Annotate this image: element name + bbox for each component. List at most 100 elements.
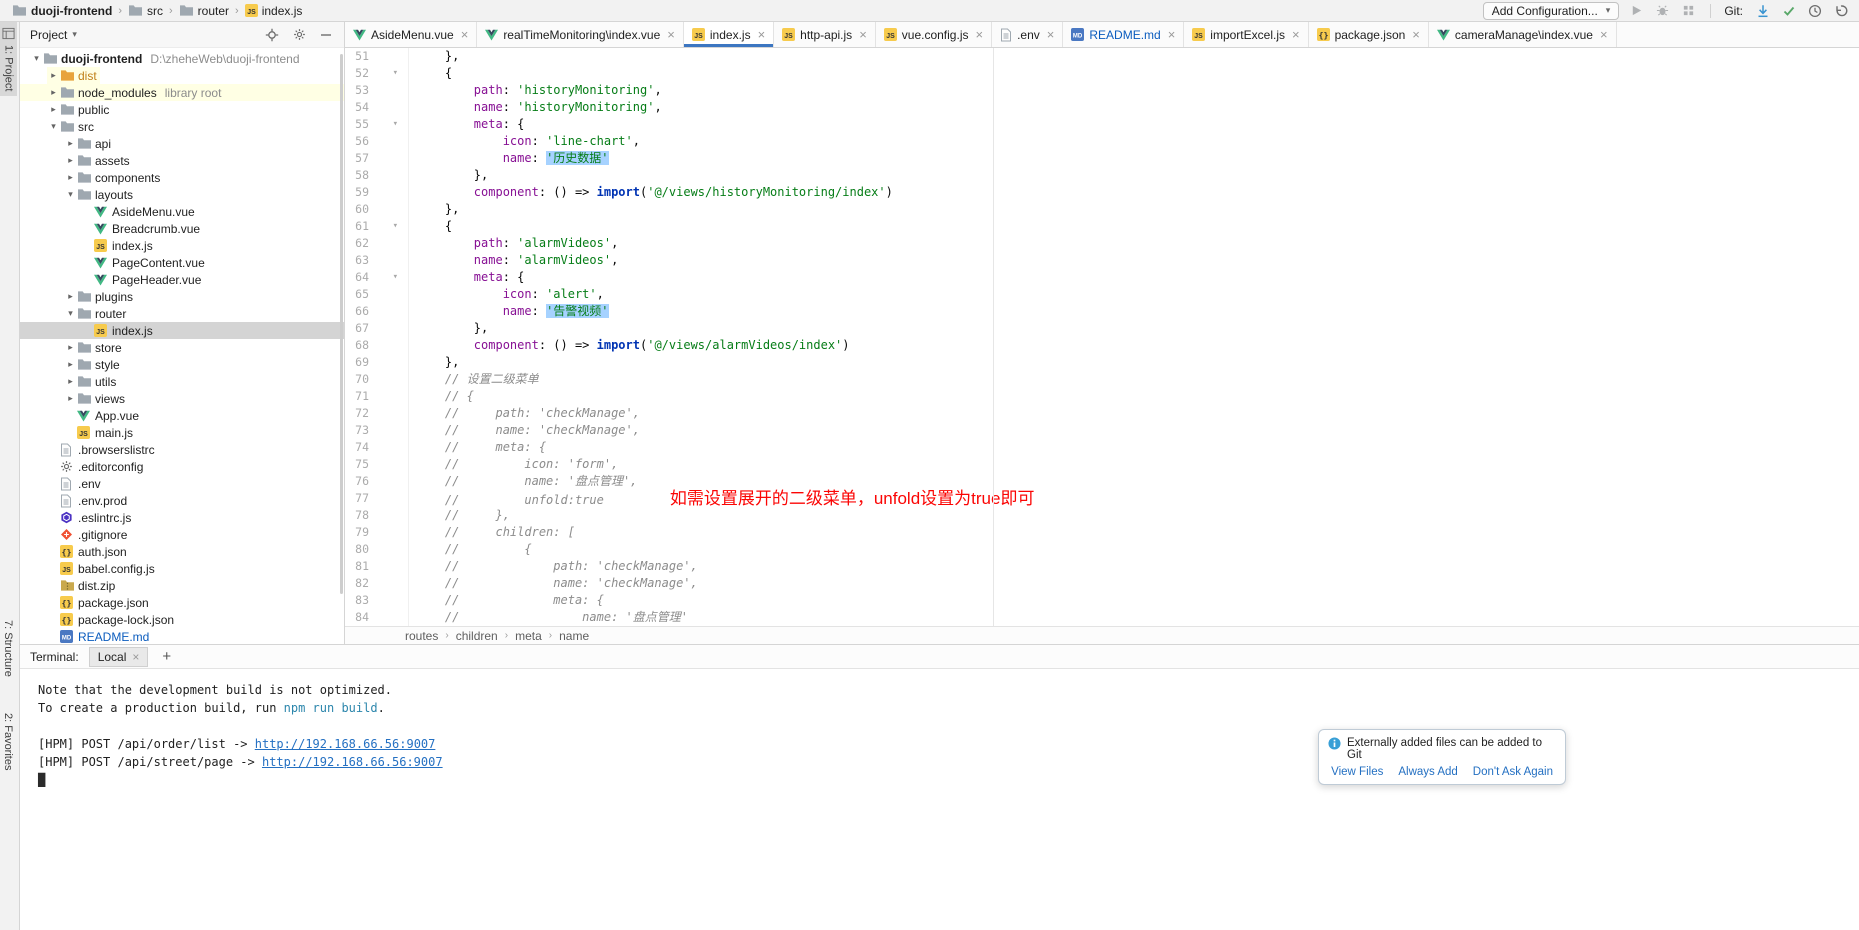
tree-item-asidemenu-vue[interactable]: AsideMenu.vue (20, 203, 344, 220)
close-tab-icon[interactable]: × (461, 28, 469, 41)
tree-chevron-icon[interactable]: ▸ (47, 104, 60, 115)
tree-item-duoji-frontend[interactable]: ▾duoji-frontendD:\zheheWeb\duoji-fronten… (20, 50, 344, 67)
notification-action-always-add[interactable]: Always Add (1398, 766, 1457, 778)
tree-chevron-icon[interactable]: ▸ (64, 138, 77, 149)
breadcrumb-item-duoji-frontend[interactable]: duoji-frontend (12, 4, 112, 18)
close-icon[interactable]: × (132, 651, 139, 663)
update-icon[interactable] (1754, 2, 1771, 19)
tree-chevron-icon[interactable]: ▸ (64, 376, 77, 387)
rollback-icon[interactable] (1832, 2, 1849, 19)
tree-item-layouts[interactable]: ▾layouts (20, 186, 344, 203)
tree-item-babel-config-js[interactable]: JSbabel.config.js (20, 560, 344, 577)
breadcrumb-item-src[interactable]: src (128, 4, 163, 18)
notification-action-view-files[interactable]: View Files (1331, 766, 1383, 778)
editor-breadcrumb-children[interactable]: children (456, 629, 498, 643)
tool-button-project[interactable]: 1: Project (0, 22, 17, 96)
tree-chevron-icon[interactable]: ▸ (64, 342, 77, 353)
breadcrumb-item-router[interactable]: router (179, 4, 229, 18)
tree-item-browserslistrc[interactable]: .browserslistrc (20, 441, 344, 458)
editor-tab-realtimemonitoring-index-vue[interactable]: realTimeMonitoring\index.vue× (477, 22, 684, 47)
editor-tab-asidemenu-vue[interactable]: AsideMenu.vue× (345, 22, 477, 47)
project-scrollbar[interactable] (340, 54, 343, 594)
breadcrumb-item-index-js[interactable]: JSindex.js (245, 4, 303, 18)
editor-tab-cameramanage-index-vue[interactable]: cameraManage\index.vue× (1429, 22, 1617, 47)
tree-item-plugins[interactable]: ▸plugins (20, 288, 344, 305)
tool-button-structure[interactable]: 7: Structure (0, 615, 16, 682)
close-tab-icon[interactable]: × (1047, 28, 1055, 41)
tree-item-utils[interactable]: ▸utils (20, 373, 344, 390)
editor-tab-env[interactable]: .env× (992, 22, 1063, 47)
tree-item-src[interactable]: ▾src (20, 118, 344, 135)
close-tab-icon[interactable]: × (859, 28, 867, 41)
minus-icon[interactable] (318, 27, 334, 43)
code-area[interactable]: 51 },52▾ {53 path: 'historyMonitoring',5… (345, 48, 1859, 626)
editor-breadcrumb-routes[interactable]: routes (405, 629, 438, 643)
tree-chevron-icon[interactable]: ▾ (30, 53, 43, 64)
close-tab-icon[interactable]: × (1292, 28, 1300, 41)
tree-item-views[interactable]: ▸views (20, 390, 344, 407)
tree-chevron-icon[interactable]: ▸ (64, 155, 77, 166)
tree-item-assets[interactable]: ▸assets (20, 152, 344, 169)
tree-item-env[interactable]: .env (20, 475, 344, 492)
close-tab-icon[interactable]: × (1412, 28, 1420, 41)
gear-icon[interactable] (291, 27, 307, 43)
tree-item-public[interactable]: ▸public (20, 101, 344, 118)
tree-item-pageheader-vue[interactable]: PageHeader.vue (20, 271, 344, 288)
tree-item-main-js[interactable]: JSmain.js (20, 424, 344, 441)
tree-item-gitignore[interactable]: .gitignore (20, 526, 344, 543)
close-tab-icon[interactable]: × (667, 28, 675, 41)
add-configuration-button[interactable]: Add Configuration... ▾ (1483, 2, 1620, 20)
editor-tab-http-api-js[interactable]: JShttp-api.js× (774, 22, 876, 47)
project-view-selector[interactable]: Project ▾ (30, 28, 77, 42)
tree-item-app-vue[interactable]: App.vue (20, 407, 344, 424)
tree-chevron-icon[interactable]: ▸ (64, 393, 77, 404)
tree-item-readme-md[interactable]: MDREADME.md (20, 628, 344, 644)
close-tab-icon[interactable]: × (1168, 28, 1176, 41)
tree-item-env-prod[interactable]: .env.prod (20, 492, 344, 509)
debug-icon[interactable] (1654, 2, 1671, 19)
fold-marker-icon[interactable]: ▾ (369, 218, 409, 235)
grid-icon[interactable] (1680, 2, 1697, 19)
fold-marker-icon[interactable]: ▾ (369, 65, 409, 82)
tree-chevron-icon[interactable]: ▾ (64, 308, 77, 319)
tree-item-editorconfig[interactable]: .editorconfig (20, 458, 344, 475)
new-terminal-button[interactable]: + (158, 649, 175, 664)
tree-chevron-icon[interactable]: ▸ (64, 291, 77, 302)
tree-item-package-lock-json[interactable]: {}package-lock.json (20, 611, 344, 628)
tree-item-components[interactable]: ▸components (20, 169, 344, 186)
tree-item-store[interactable]: ▸store (20, 339, 344, 356)
history-icon[interactable] (1806, 2, 1823, 19)
tree-item-index-js[interactable]: JSindex.js (20, 322, 344, 339)
tree-item-index-js[interactable]: JSindex.js (20, 237, 344, 254)
terminal-link[interactable]: http://192.168.66.56:9007 (262, 755, 443, 769)
terminal-link[interactable]: http://192.168.66.56:9007 (255, 737, 436, 751)
tree-chevron-icon[interactable]: ▸ (64, 359, 77, 370)
tree-item-pagecontent-vue[interactable]: PageContent.vue (20, 254, 344, 271)
tree-item-dist[interactable]: ▸dist (20, 67, 344, 84)
editor-breadcrumb-name[interactable]: name (559, 629, 589, 643)
tool-button-favorites[interactable]: 2: Favorites (0, 708, 16, 775)
target-icon[interactable] (264, 27, 280, 43)
tree-item-dist-zip[interactable]: dist.zip (20, 577, 344, 594)
tree-chevron-icon[interactable]: ▾ (47, 121, 60, 132)
tree-item-breadcrumb-vue[interactable]: Breadcrumb.vue (20, 220, 344, 237)
commit-icon[interactable] (1780, 2, 1797, 19)
tree-chevron-icon[interactable]: ▸ (47, 87, 60, 98)
tree-item-auth-json[interactable]: {}auth.json (20, 543, 344, 560)
tree-item-package-json[interactable]: {}package.json (20, 594, 344, 611)
terminal-tab-local[interactable]: Local × (89, 647, 149, 667)
editor-tab-vue-config-js[interactable]: JSvue.config.js× (876, 22, 992, 47)
editor-tab-package-json[interactable]: {}package.json× (1309, 22, 1429, 47)
tree-item-node-modules[interactable]: ▸node_moduleslibrary root (20, 84, 344, 101)
editor-breadcrumb-meta[interactable]: meta (515, 629, 542, 643)
play-icon[interactable] (1628, 2, 1645, 19)
tree-item-api[interactable]: ▸api (20, 135, 344, 152)
tree-chevron-icon[interactable]: ▸ (64, 172, 77, 183)
fold-marker-icon[interactable]: ▾ (369, 269, 409, 286)
editor-tab-index-js[interactable]: JSindex.js× (684, 22, 774, 47)
notification-action-don-t-ask-again[interactable]: Don't Ask Again (1473, 766, 1553, 778)
tree-item-eslintrc-js[interactable]: .eslintrc.js (20, 509, 344, 526)
terminal-output[interactable]: Note that the development build is not o… (20, 669, 1859, 930)
close-tab-icon[interactable]: × (758, 28, 766, 41)
close-tab-icon[interactable]: × (975, 28, 983, 41)
